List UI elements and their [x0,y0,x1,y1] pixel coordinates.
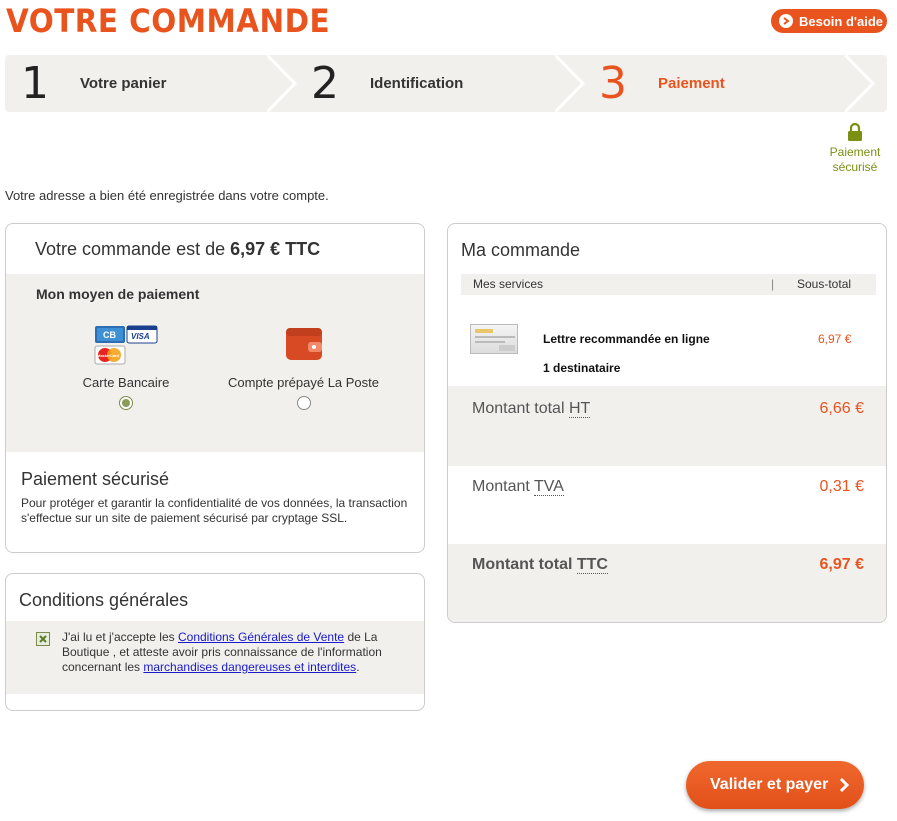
secure-badge-line2: sécurisé [832,160,878,174]
total-ttc-label-text: Montant total [472,556,577,573]
step-number: 1 [21,58,49,109]
step-label: Identification [370,75,464,92]
secure-payment-badge: Paiement sécurisé [810,122,897,175]
ht-abbr: HT [568,400,591,418]
cgv-link[interactable]: Conditions Générales de Vente [178,630,344,644]
step-cart[interactable]: 1 Votre panier [10,55,166,112]
check-icon [39,635,47,643]
total-ht-label: Montant total HT [472,400,591,418]
help-button-label: Besoin d'aide [799,13,883,29]
step-identification[interactable]: 2 Identification [300,55,463,112]
letter-thumbnail [470,324,518,354]
step-separator [555,55,585,112]
secure-payment-text: Pour protéger et garantir la confidentia… [21,496,408,525]
dangerous-goods-link[interactable]: marchandises dangereuses et interdites [143,660,356,674]
col-separator: | [771,277,775,291]
chevron-right-icon [840,777,850,793]
page-title: VOTRE COMMANDE [6,2,331,40]
order-summary-title: Ma commande [461,240,581,260]
payment-panel: Votre commande est de 6,97 € TTC Mon moy… [5,223,425,553]
address-confirmation: Votre adresse a bien été enregistrée dan… [5,188,329,203]
tva-label-text: Montant [472,478,534,495]
step-number: 2 [311,58,339,109]
step-separator [845,55,875,112]
step-separator [267,55,297,112]
ttc-abbr: TTC [576,556,608,574]
col-subtotal: Sous-total [797,277,852,291]
accept-conditions-checkbox[interactable] [36,632,50,646]
tva-value: 0,31 € [819,478,864,495]
option-label: Carte Bancaire [82,375,170,390]
secure-payment-title: Paiement sécurisé [21,469,170,489]
item-name: Lettre recommandée en ligne [543,332,710,346]
validate-and-pay-button[interactable]: Valider et payer [686,761,864,809]
validate-button-label: Valider et payer [710,776,829,793]
total-ht-label-text: Montant total [472,400,569,417]
option-prepaid-account[interactable]: Compte prépayé La Poste [216,324,391,410]
order-table-header: Mes services | Sous-total [461,274,876,295]
card-logo-cb: CB [103,330,116,340]
conditions-text: J'ai lu et j'accepte les Conditions Géné… [62,630,402,675]
card-logo-mastercard: MasterCard [97,353,120,358]
card-logo-visa: VISA [131,332,150,341]
conditions-panel: Conditions générales J'ai lu et j'accept… [5,573,425,711]
order-summary-panel: Ma commande Mes services | Sous-total Le… [447,223,887,623]
order-total-prefix: Votre commande est de [35,239,226,259]
total-ttc-label: Montant total TTC [472,556,608,574]
total-ttc-row: Montant total TTC 6,97 € [448,544,886,622]
step-number: 3 [599,58,627,109]
wallet-icon [285,328,322,360]
lock-icon [848,122,862,141]
chevron-right-icon [779,14,793,28]
total-tva-row: Montant TVA 0,31 € [448,466,886,544]
conditions-content: J'ai lu et j'accepte les Conditions Géné… [6,621,424,694]
credit-cards-icon: CB VISA MasterCard [94,325,158,365]
credit-card-radio[interactable] [119,396,133,410]
col-services: Mes services [473,277,544,291]
step-label: Votre panier [80,75,167,92]
tva-label: Montant TVA [472,478,564,496]
total-ht-row: Montant total HT 6,66 € [448,386,886,466]
conditions-text-part: . [356,660,360,674]
tva-abbr: TVA [533,478,564,496]
prepaid-account-radio[interactable] [296,396,311,410]
option-credit-card[interactable]: CB VISA MasterCard Carte Bancaire [81,324,171,410]
step-payment: 3 Paiement [588,55,725,112]
conditions-text-part: J'ai lu et j'accepte les [62,630,178,644]
order-total-amount: 6,97 € TTC [230,239,321,259]
item-recipients: 1 destinataire [543,361,621,375]
secure-badge-line1: Paiement [829,145,881,159]
order-total-heading: Votre commande est de 6,97 € TTC [35,239,320,260]
payment-method-heading: Mon moyen de paiement [36,286,200,302]
payment-methods: Mon moyen de paiement CB VISA MasterCard… [6,274,424,452]
option-label: Compte prépayé La Poste [227,375,380,390]
help-button[interactable]: Besoin d'aide [771,9,887,33]
item-price: 6,97 € [818,332,852,346]
total-ttc-value: 6,97 € [819,556,864,573]
checkout-steps: 1 Votre panier 2 Identification 3 Paieme… [5,55,887,112]
conditions-title: Conditions générales [19,590,189,610]
total-ht-value: 6,66 € [819,400,864,417]
step-label: Paiement [658,75,725,92]
